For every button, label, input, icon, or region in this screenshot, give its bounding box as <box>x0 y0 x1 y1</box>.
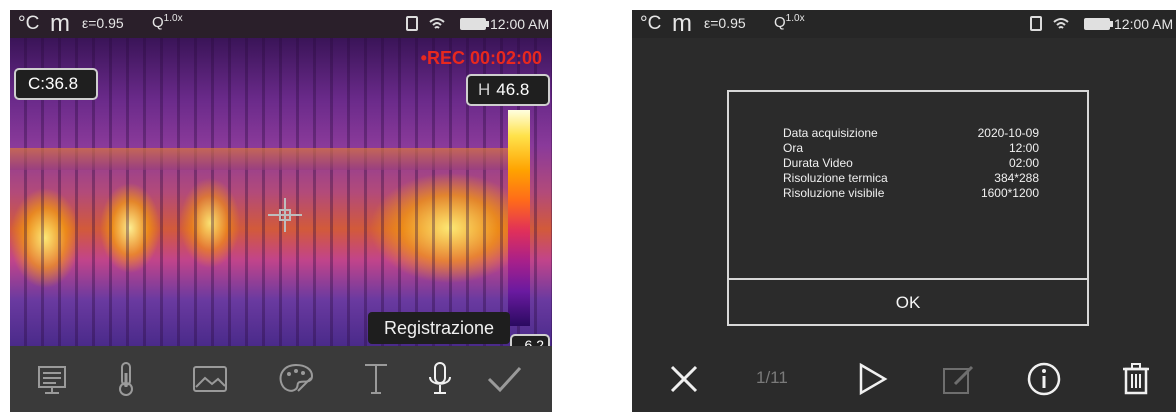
wifi-icon <box>1053 18 1069 29</box>
zoom-level[interactable]: Q1.0x <box>774 13 805 31</box>
play-icon[interactable] <box>852 359 892 399</box>
crosshair-icon <box>268 198 302 232</box>
clock: 12:00 AM <box>490 16 550 32</box>
ok-button[interactable]: OK <box>729 280 1087 326</box>
thermometer-icon[interactable] <box>106 359 146 399</box>
info-row-visible-resolution: Risoluzione visibile 1600*1200 <box>783 186 1039 200</box>
check-icon[interactable] <box>484 359 524 399</box>
zoom-level[interactable]: Q1.0x <box>152 13 183 31</box>
report-icon[interactable] <box>32 359 72 399</box>
text-icon[interactable] <box>356 359 396 399</box>
color-scale-bar <box>508 110 530 326</box>
temperature-unit[interactable]: °C <box>18 13 39 35</box>
status-bar: °C m ε=0.95 Q1.0x 12:00 AM <box>632 10 1176 38</box>
emissivity-value[interactable]: ε=0.95 <box>82 15 124 31</box>
battery-icon <box>1084 18 1113 30</box>
hot-spot-temperature: H 46.8 <box>466 74 550 106</box>
measure-mode[interactable]: m <box>672 10 692 38</box>
trash-icon[interactable] <box>1116 359 1156 399</box>
info-dialog: Data acquisizione 2020-10-09 Ora 12:00 Dur… <box>727 90 1089 326</box>
microphone-icon[interactable] <box>420 359 460 399</box>
toolbar <box>10 346 552 412</box>
video-info-screen: °C m ε=0.95 Q1.0x 12:00 AM Data acquisiz… <box>632 10 1176 412</box>
emissivity-value[interactable]: ε=0.95 <box>704 15 746 31</box>
close-icon[interactable] <box>664 359 704 399</box>
measure-mode[interactable]: m <box>50 10 70 38</box>
status-bar: °C m ε=0.95 Q1.0x 12:00 AM <box>10 10 552 38</box>
info-row-duration: Durata Video 02:00 <box>783 156 1039 170</box>
info-icon[interactable] <box>1024 359 1064 399</box>
info-list: Data acquisizione 2020-10-09 Ora 12:00 Dur… <box>783 126 1039 201</box>
toolbar: 1/11 <box>632 346 1176 412</box>
thermal-camera-live-screen: °C m ε=0.95 Q1.0x 12:00 AM •REC 00:02:00… <box>10 10 552 412</box>
info-row-thermal-resolution: Risoluzione termica 384*288 <box>783 171 1039 185</box>
image-icon[interactable] <box>190 359 230 399</box>
sd-card-icon <box>1030 16 1042 31</box>
center-temperature: C:36.8 <box>14 68 98 100</box>
edit-icon[interactable] <box>938 359 978 399</box>
battery-icon <box>460 18 489 30</box>
info-row-date: Data acquisizione 2020-10-09 <box>783 126 1039 140</box>
recording-label: Registrazione <box>368 312 510 344</box>
info-row-time: Ora 12:00 <box>783 141 1039 155</box>
temperature-unit[interactable]: °C <box>640 13 661 35</box>
recording-timer: •REC 00:02:00 <box>420 48 542 68</box>
sd-card-icon <box>406 16 418 31</box>
palette-icon[interactable] <box>276 359 316 399</box>
clock: 12:00 AM <box>1114 16 1174 32</box>
file-counter: 1/11 <box>756 368 788 387</box>
wifi-icon <box>429 18 445 29</box>
